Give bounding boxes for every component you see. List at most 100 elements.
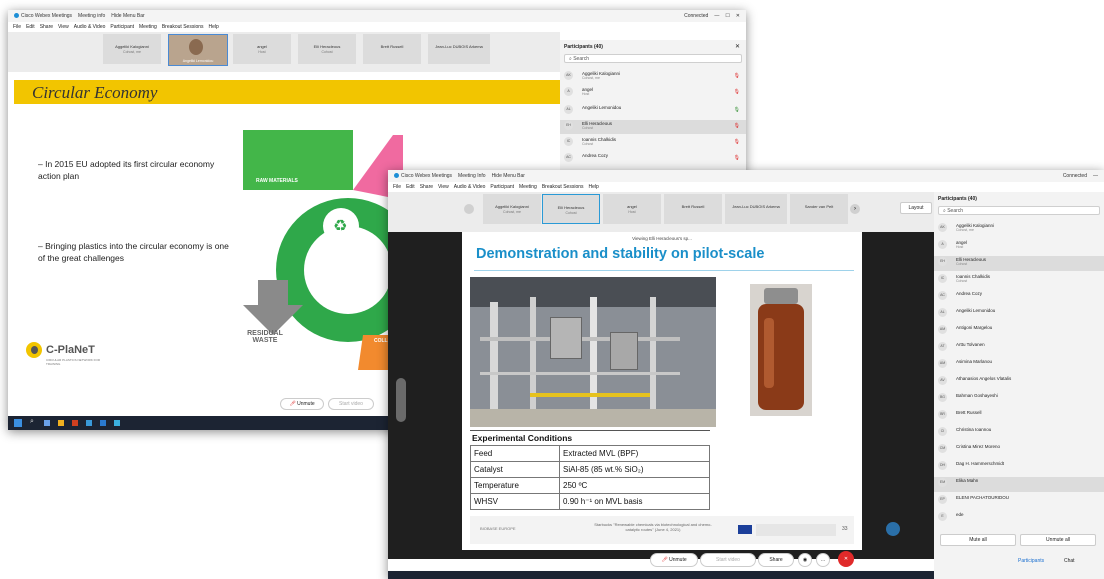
- menu-file[interactable]: File: [13, 24, 21, 30]
- menu-breakout[interactable]: Breakout Sessions: [542, 184, 584, 190]
- participant-row[interactable]: DH Dag H. Hammerschmidt: [934, 460, 1104, 475]
- menu-file[interactable]: File: [393, 184, 401, 190]
- participant-row[interactable]: AM Antigoni Margelou: [934, 324, 1104, 339]
- video-thumbnail[interactable]: Aggeliki Kalogianni Cohost, me: [483, 194, 541, 224]
- participant-row[interactable]: CI Christina Ioannou: [934, 426, 1104, 441]
- scroll-right-icon[interactable]: ›: [850, 204, 860, 214]
- menu-breakout[interactable]: Breakout Sessions: [162, 24, 204, 30]
- participant-row-selected[interactable]: EH Elli Heracleous Cohost: [934, 256, 1104, 271]
- unmute-button[interactable]: 🎤︎ Unmute: [280, 398, 324, 410]
- hide-menu-tab[interactable]: Hide Menu Bar: [492, 173, 525, 179]
- mic-muted-icon[interactable]: 🎙︎: [734, 139, 740, 145]
- annotation-toolbar[interactable]: [396, 378, 406, 422]
- close-icon[interactable]: ✕: [736, 13, 740, 19]
- participant-row[interactable]: AV Athanasios Angelos Vlatalis: [934, 375, 1104, 390]
- participant-row[interactable]: EP ELENI PACHATOURIDOU: [934, 494, 1104, 509]
- mic-active-icon[interactable]: 🎙︎: [734, 107, 740, 113]
- maximize-icon[interactable]: ☐: [725, 13, 729, 19]
- folder-icon[interactable]: [58, 420, 64, 426]
- participant-row[interactable]: IC Ioannis Chalkidis Cohost 🎙︎: [560, 136, 746, 150]
- video-thumbnail[interactable]: Jean-Luc DUBOIS Arkema: [725, 194, 787, 224]
- unmute-button[interactable]: 🎤︎ Unmute: [650, 553, 698, 567]
- participant-row[interactable]: AM Asimina Marlanou: [934, 358, 1104, 373]
- video-thumbnail[interactable]: Elli Heracleous Cohost: [298, 34, 356, 64]
- start-video-button[interactable]: Start video: [328, 398, 374, 410]
- app-tab[interactable]: Cisco Webex Meetings: [394, 173, 452, 179]
- menu-share[interactable]: Share: [420, 184, 433, 190]
- participant-row[interactable]: AL Angeliki Lemonidou: [934, 307, 1104, 322]
- menu-help[interactable]: Help: [209, 24, 219, 30]
- taskbar-app-icon[interactable]: [86, 420, 92, 426]
- menu-participant[interactable]: Participant: [490, 184, 514, 190]
- minimize-icon[interactable]: —: [1093, 173, 1098, 179]
- participant-row[interactable]: AK Aggeliki Kalogianni Cohost, me 🎙︎: [560, 70, 746, 84]
- participant-row[interactable]: Eede: [934, 511, 1104, 526]
- participant-row-selected[interactable]: EH Elli Heracleous Cohost 🎙︎: [560, 120, 746, 134]
- close-icon[interactable]: ✕: [735, 43, 740, 50]
- participant-search-input[interactable]: ⌕ Search: [564, 54, 742, 63]
- video-thumbnail[interactable]: angel Host: [233, 34, 291, 64]
- app-tab[interactable]: Cisco Webex Meetings: [14, 13, 72, 19]
- participant-row[interactable]: AC Andrea Cozy: [934, 290, 1104, 305]
- taskbar-app-icon[interactable]: [44, 420, 50, 426]
- connected-status[interactable]: Connected: [1063, 173, 1087, 179]
- participant-row[interactable]: Aangel Host: [934, 239, 1104, 254]
- video-thumbnail[interactable]: Sander van Pelt: [790, 194, 848, 224]
- participant-row[interactable]: CM Cristina Mirez Moreno: [934, 443, 1104, 458]
- share-button[interactable]: Share: [758, 553, 794, 567]
- leave-meeting-icon[interactable]: ✕: [838, 551, 854, 567]
- participant-row[interactable]: Aangel Host 🎙︎: [560, 86, 746, 100]
- mute-all-button[interactable]: Mute all: [940, 534, 1016, 546]
- participant-row[interactable]: EM Elika Mahn: [934, 477, 1104, 492]
- mic-muted-icon[interactable]: 🎙︎: [734, 73, 740, 79]
- search-icon[interactable]: ⌕: [30, 418, 34, 426]
- chat-tab[interactable]: Chat: [1064, 558, 1075, 564]
- scroll-left-icon[interactable]: [464, 204, 474, 214]
- menu-meeting[interactable]: Meeting: [139, 24, 157, 30]
- participant-row[interactable]: AL Angeliki Lemonidou 🎙︎: [560, 104, 746, 118]
- video-thumbnail[interactable]: angel Host: [603, 194, 661, 224]
- menu-participant[interactable]: Participant: [110, 24, 134, 30]
- participant-row[interactable]: AC Andrea Cozy 🎙︎: [560, 152, 746, 166]
- participant-row[interactable]: BG Bahman Goshayeshi: [934, 392, 1104, 407]
- taskbar-app-icon[interactable]: [72, 420, 78, 426]
- minimize-icon[interactable]: —: [714, 13, 719, 19]
- video-thumbnail-active[interactable]: Elli Heracleous Cohost: [542, 194, 600, 224]
- record-icon[interactable]: ◉: [798, 553, 812, 567]
- start-video-button[interactable]: Start video: [700, 553, 756, 567]
- meeting-info-tab[interactable]: Meeting Info: [458, 173, 486, 179]
- self-view-avatar[interactable]: [886, 522, 900, 536]
- menu-edit[interactable]: Edit: [26, 24, 35, 30]
- menu-meeting[interactable]: Meeting: [519, 184, 537, 190]
- participant-row[interactable]: AK Aggeliki Kalogianni Cohost, me: [934, 222, 1104, 237]
- video-thumbnail[interactable]: Jean-Luc DUBOIS Arkema: [428, 34, 490, 64]
- menu-audio-video[interactable]: Audio & Video: [74, 24, 106, 30]
- taskbar-app-icon[interactable]: [100, 420, 106, 426]
- webex-taskbar-icon[interactable]: [114, 420, 120, 426]
- video-thumbnail[interactable]: Aggeliki Kalogianni Cohost, me: [103, 34, 161, 64]
- hide-menu-tab[interactable]: Hide Menu Bar: [111, 13, 144, 19]
- more-icon[interactable]: …: [816, 553, 830, 567]
- menu-share[interactable]: Share: [40, 24, 53, 30]
- participant-search-input[interactable]: ⌕ Search: [938, 206, 1100, 215]
- connected-status[interactable]: Connected: [684, 13, 708, 19]
- menu-audio-video[interactable]: Audio & Video: [454, 184, 486, 190]
- video-thumbnail[interactable]: Brett Russell: [664, 194, 722, 224]
- participant-row[interactable]: BR Brett Russell: [934, 409, 1104, 424]
- menu-view[interactable]: View: [438, 184, 449, 190]
- video-thumbnail[interactable]: Brett Russell: [363, 34, 421, 64]
- video-thumbnail-active[interactable]: Angeliki Lemonidou: [168, 34, 228, 66]
- menu-help[interactable]: Help: [589, 184, 599, 190]
- participant-row[interactable]: IC Ioannis Chalkidis Cohost: [934, 273, 1104, 288]
- unmute-all-button[interactable]: Unmute all: [1020, 534, 1096, 546]
- participants-tab[interactable]: Participants: [1018, 558, 1044, 564]
- menu-edit[interactable]: Edit: [406, 184, 415, 190]
- participant-row[interactable]: AT Arttu Tolvanen: [934, 341, 1104, 356]
- menu-view[interactable]: View: [58, 24, 69, 30]
- mic-muted-icon[interactable]: 🎙︎: [734, 89, 740, 95]
- start-icon[interactable]: [14, 419, 22, 427]
- mic-muted-icon[interactable]: 🎙︎: [734, 123, 740, 129]
- layout-button[interactable]: Layout: [900, 202, 932, 214]
- meeting-info-tab[interactable]: Meeting info: [78, 13, 105, 19]
- mic-muted-icon[interactable]: 🎙︎: [734, 155, 740, 161]
